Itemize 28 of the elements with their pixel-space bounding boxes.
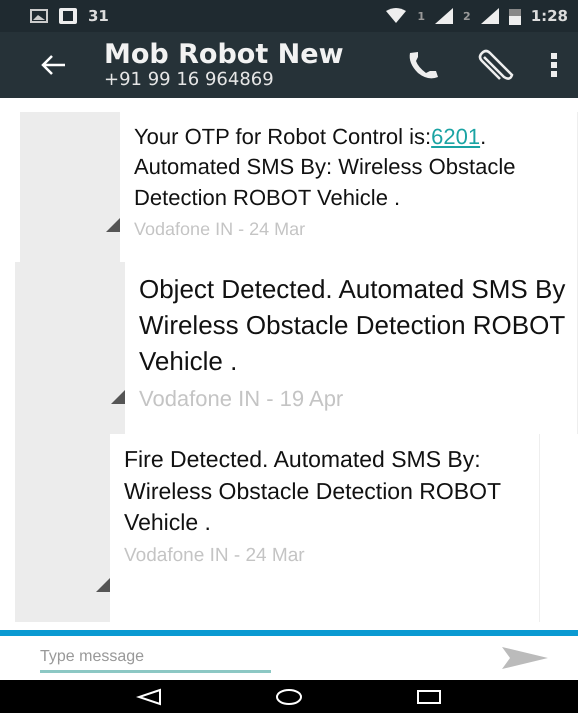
message-meta: Vodafone IN - 19 Apr bbox=[139, 386, 344, 412]
wifi-icon bbox=[385, 8, 408, 24]
app-notification-icon bbox=[58, 7, 78, 25]
bubble-tail-icon bbox=[111, 390, 125, 404]
paperclip-icon[interactable] bbox=[478, 49, 514, 81]
battery-icon bbox=[508, 7, 521, 25]
notification-count: 31 bbox=[88, 7, 109, 25]
bubble-tail-icon bbox=[96, 578, 110, 592]
bubble-tail-icon bbox=[106, 218, 120, 232]
signal-icon bbox=[435, 8, 454, 24]
message-input[interactable]: Type message bbox=[40, 644, 271, 672]
home-nav-icon[interactable] bbox=[274, 688, 303, 706]
contact-number: +91 99 16 964869 bbox=[104, 69, 275, 90]
message-text: Your OTP for Robot Control is:6201. Automated SMS By: Wireless Obstacle Detection ROBOT Vehicle . bbox=[134, 123, 516, 212]
message-meta: Vodafone IN - 24 Mar bbox=[124, 545, 306, 568]
sim-label: 2 bbox=[463, 10, 471, 22]
back-nav-icon[interactable] bbox=[136, 688, 162, 706]
contact-name: Mob Robot New bbox=[104, 40, 345, 70]
picture-icon bbox=[30, 9, 48, 23]
message-text: Object Detected. Automated SMS By Wireless Obstacle Detection ROBOT Vehicle . bbox=[139, 273, 566, 378]
sim-label: 1 bbox=[417, 10, 426, 22]
more-menu-icon[interactable] bbox=[550, 52, 558, 78]
clock-time: 1:28 bbox=[530, 7, 568, 25]
message-meta: Vodafone IN - 24 Mar bbox=[134, 219, 306, 240]
signal-icon bbox=[480, 8, 499, 24]
recents-nav-icon[interactable] bbox=[416, 688, 442, 706]
back-arrow-icon[interactable] bbox=[40, 54, 66, 76]
message-text: Fire Detected. Automated SMS By: Wireless Obstacle Detection ROBOT Vehicle . bbox=[124, 445, 502, 538]
